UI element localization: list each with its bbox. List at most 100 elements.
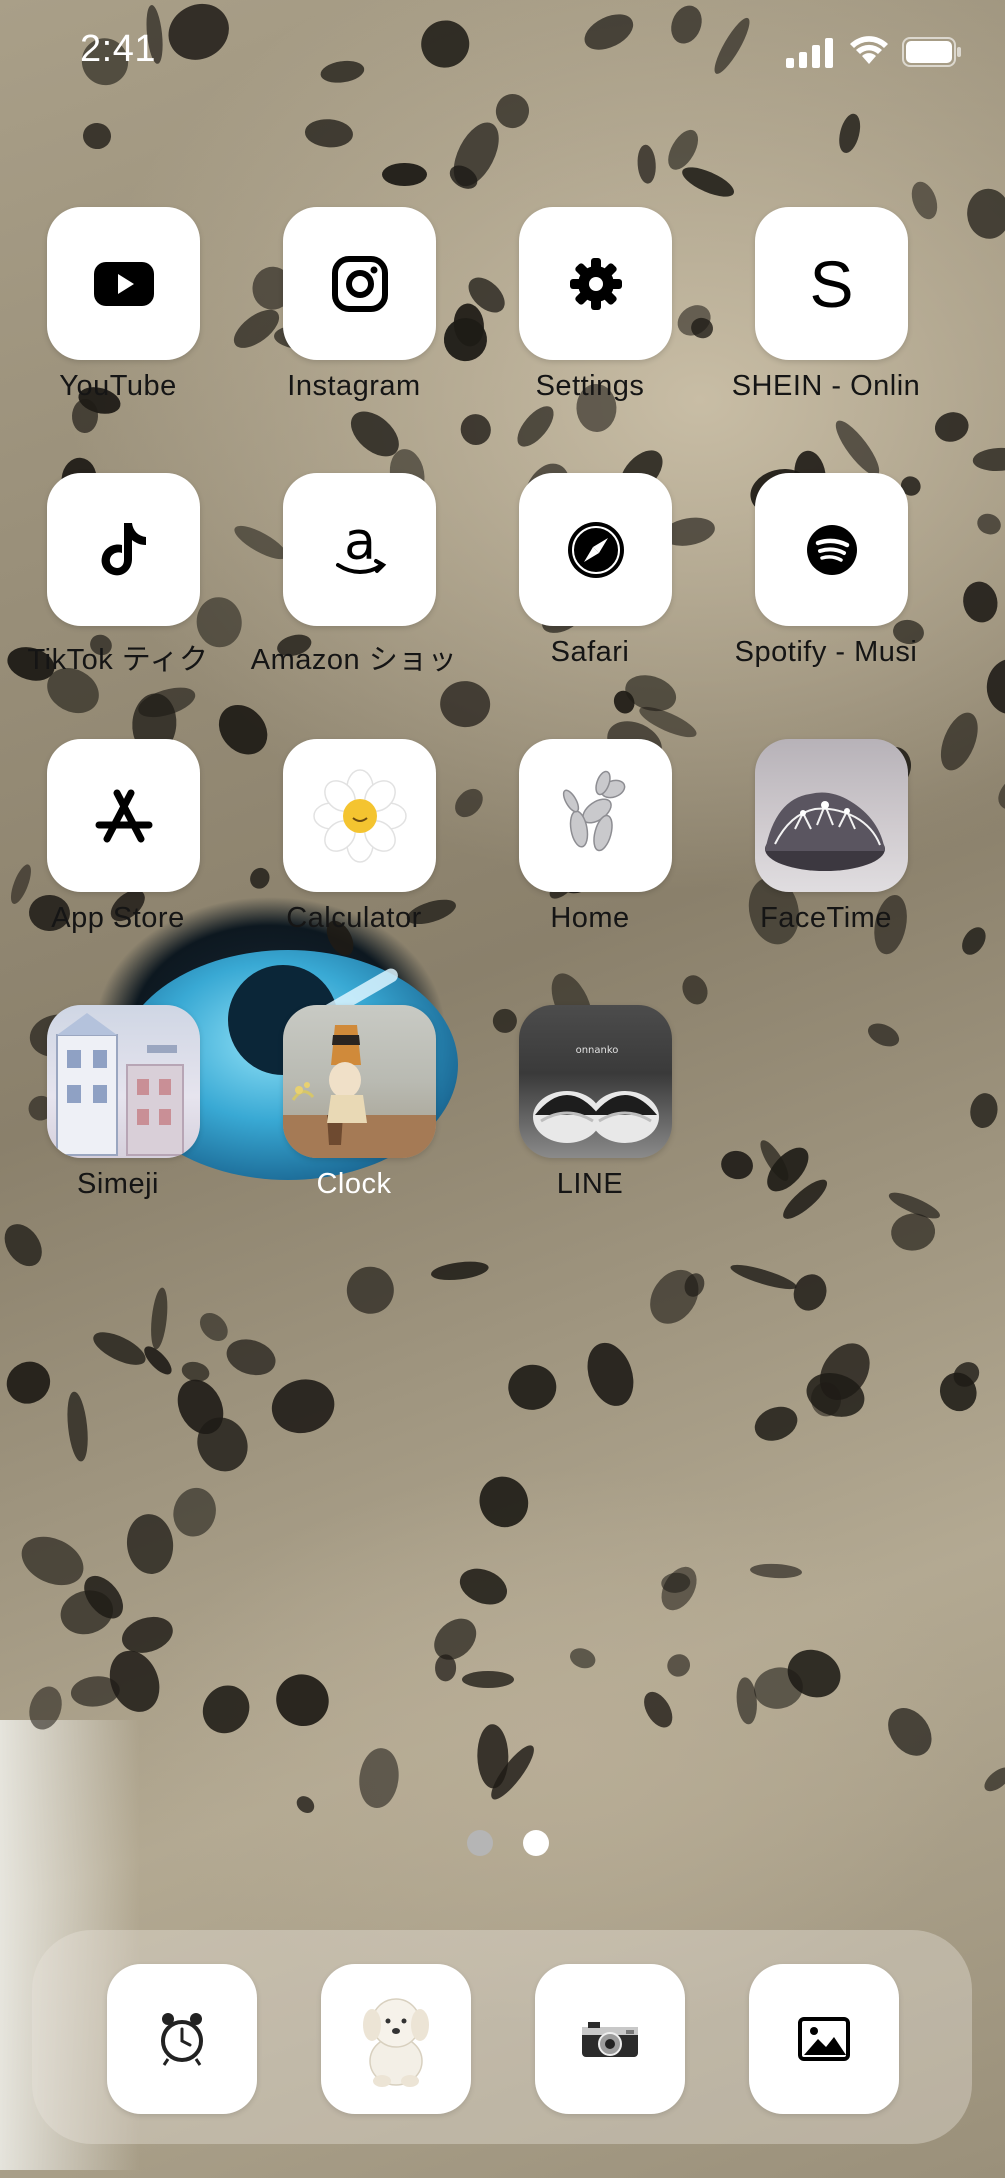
leopard-spot <box>65 1391 92 1463</box>
page-dot-2[interactable] <box>523 1830 549 1856</box>
leopard-spot <box>566 1644 599 1672</box>
facetime-app-tile[interactable] <box>755 739 908 892</box>
calculator-app-tile[interactable] <box>283 739 436 892</box>
leopard-spot <box>0 1216 50 1274</box>
leopard-spot <box>636 144 658 185</box>
status-bar: 2:41 <box>0 0 1005 110</box>
leopard-spot <box>167 1483 222 1542</box>
spotify-app-tile[interactable] <box>755 473 908 626</box>
gear-icon <box>569 257 622 310</box>
leopard-spot <box>678 161 738 203</box>
app-app-store[interactable]: App Store <box>0 739 236 959</box>
app-label: Amazon ショッ <box>250 644 458 676</box>
clock-app-tile[interactable] <box>283 1005 436 1158</box>
youtube-app-tile[interactable] <box>47 207 200 360</box>
leopard-spot <box>355 1746 402 1811</box>
app-facetime[interactable]: FaceTime <box>708 739 944 959</box>
leopard-spot <box>148 1287 170 1351</box>
app-home[interactable]: Home <box>472 739 708 959</box>
leopard-spot <box>967 1090 1001 1131</box>
amazon-icon: a <box>335 519 386 574</box>
tiktok-icon <box>101 522 146 575</box>
app-calculator[interactable]: Calculator <box>236 739 472 959</box>
compass-icon <box>567 521 624 578</box>
simeji-app-tile[interactable] <box>47 1005 200 1158</box>
leopard-spot <box>293 1793 318 1817</box>
app-store-app-tile[interactable] <box>47 739 200 892</box>
app-clock[interactable]: Clock <box>236 1005 472 1225</box>
photo-caption: onnanko <box>576 1045 619 1056</box>
app-label: FaceTime <box>760 902 892 934</box>
app-amazon[interactable]: a Amazon ショッ <box>236 473 472 693</box>
twins-photo-icon: onnanko <box>533 1045 659 1143</box>
leopard-spot <box>728 1260 799 1295</box>
leopard-spot <box>454 1562 512 1611</box>
leopard-spot <box>505 1363 559 1413</box>
app-shein[interactable]: S SHEIN - Onlin <box>708 207 944 427</box>
leopard-spot <box>983 655 1005 717</box>
dock-photos[interactable] <box>749 1964 899 2114</box>
app-label: Clock <box>316 1168 392 1200</box>
leopard-spot <box>717 1147 756 1183</box>
tiktok-app-tile[interactable] <box>47 473 200 626</box>
leopard-spot <box>82 121 113 151</box>
home-app-tile[interactable] <box>519 739 672 892</box>
app-tiktok[interactable]: TikTok ティク <box>0 473 236 693</box>
page-dot-1[interactable] <box>467 1830 493 1856</box>
leopard-spot <box>965 187 1005 240</box>
leopard-spot <box>991 755 1005 820</box>
app-instagram[interactable]: Instagram <box>236 207 472 427</box>
app-label: Spotify - Musi <box>734 636 918 668</box>
dock-plush-dog[interactable] <box>321 1964 471 2114</box>
leopard-spot <box>750 1401 803 1448</box>
leopard-spot <box>123 1512 177 1577</box>
app-label: Instagram <box>287 370 421 402</box>
app-spotify[interactable]: Spotify - Musi <box>708 473 944 693</box>
leopard-spot <box>639 1260 709 1334</box>
leopard-spot <box>89 1325 151 1371</box>
leopard-spot <box>580 1336 642 1413</box>
leopard-spot <box>343 1262 398 1318</box>
leopard-spot <box>471 1467 538 1536</box>
app-label: Calculator <box>286 902 422 934</box>
page-indicator[interactable] <box>0 1830 1005 1860</box>
cellular-signal-icon <box>786 38 833 68</box>
amazon-app-tile[interactable]: a <box>283 473 436 626</box>
leopard-spot <box>221 1333 280 1381</box>
daisy-photo-icon <box>312 768 407 863</box>
app-label: Safari <box>550 636 630 668</box>
dock-alarm-clock[interactable] <box>107 1964 257 2114</box>
line-app-tile[interactable]: onnanko <box>519 1005 672 1158</box>
instagram-app-tile[interactable] <box>283 207 436 360</box>
app-youtube[interactable]: YouTube <box>0 207 236 427</box>
leopard-spot <box>638 1687 678 1733</box>
leopard-spot <box>959 578 1002 626</box>
leopard-spot <box>426 1610 485 1669</box>
status-time: 2:41 <box>80 28 156 70</box>
leopard-spot <box>430 1258 490 1283</box>
leopard-spot <box>194 1676 259 1742</box>
settings-app-tile[interactable] <box>519 207 672 360</box>
leopard-spot <box>462 1670 515 1688</box>
dock-camera[interactable] <box>535 1964 685 2114</box>
tiara-photo-icon <box>765 792 885 871</box>
battery-icon <box>902 37 961 67</box>
app-settings[interactable]: Settings <box>472 207 708 427</box>
app-label: LINE <box>556 1168 624 1200</box>
app-label: Settings <box>535 370 645 402</box>
app-label: TikTok ティク <box>27 644 209 676</box>
leopard-spot <box>382 162 428 187</box>
safari-app-tile[interactable] <box>519 473 672 626</box>
shein-app-tile[interactable]: S <box>755 207 908 360</box>
leopard-spot <box>863 1019 903 1052</box>
leopard-spot <box>0 1354 59 1412</box>
figure-photo-icon <box>283 1025 436 1158</box>
app-safari[interactable]: Safari <box>472 473 708 693</box>
leopard-spot <box>194 1306 234 1347</box>
app-simeji[interactable]: Simeji <box>0 1005 236 1225</box>
leopard-spot <box>662 1649 695 1682</box>
app-line[interactable]: onnanko LINE <box>472 1005 708 1225</box>
leopard-spot <box>749 1562 803 1580</box>
app-store-icon <box>95 789 152 842</box>
app-label: App Store <box>51 902 185 934</box>
